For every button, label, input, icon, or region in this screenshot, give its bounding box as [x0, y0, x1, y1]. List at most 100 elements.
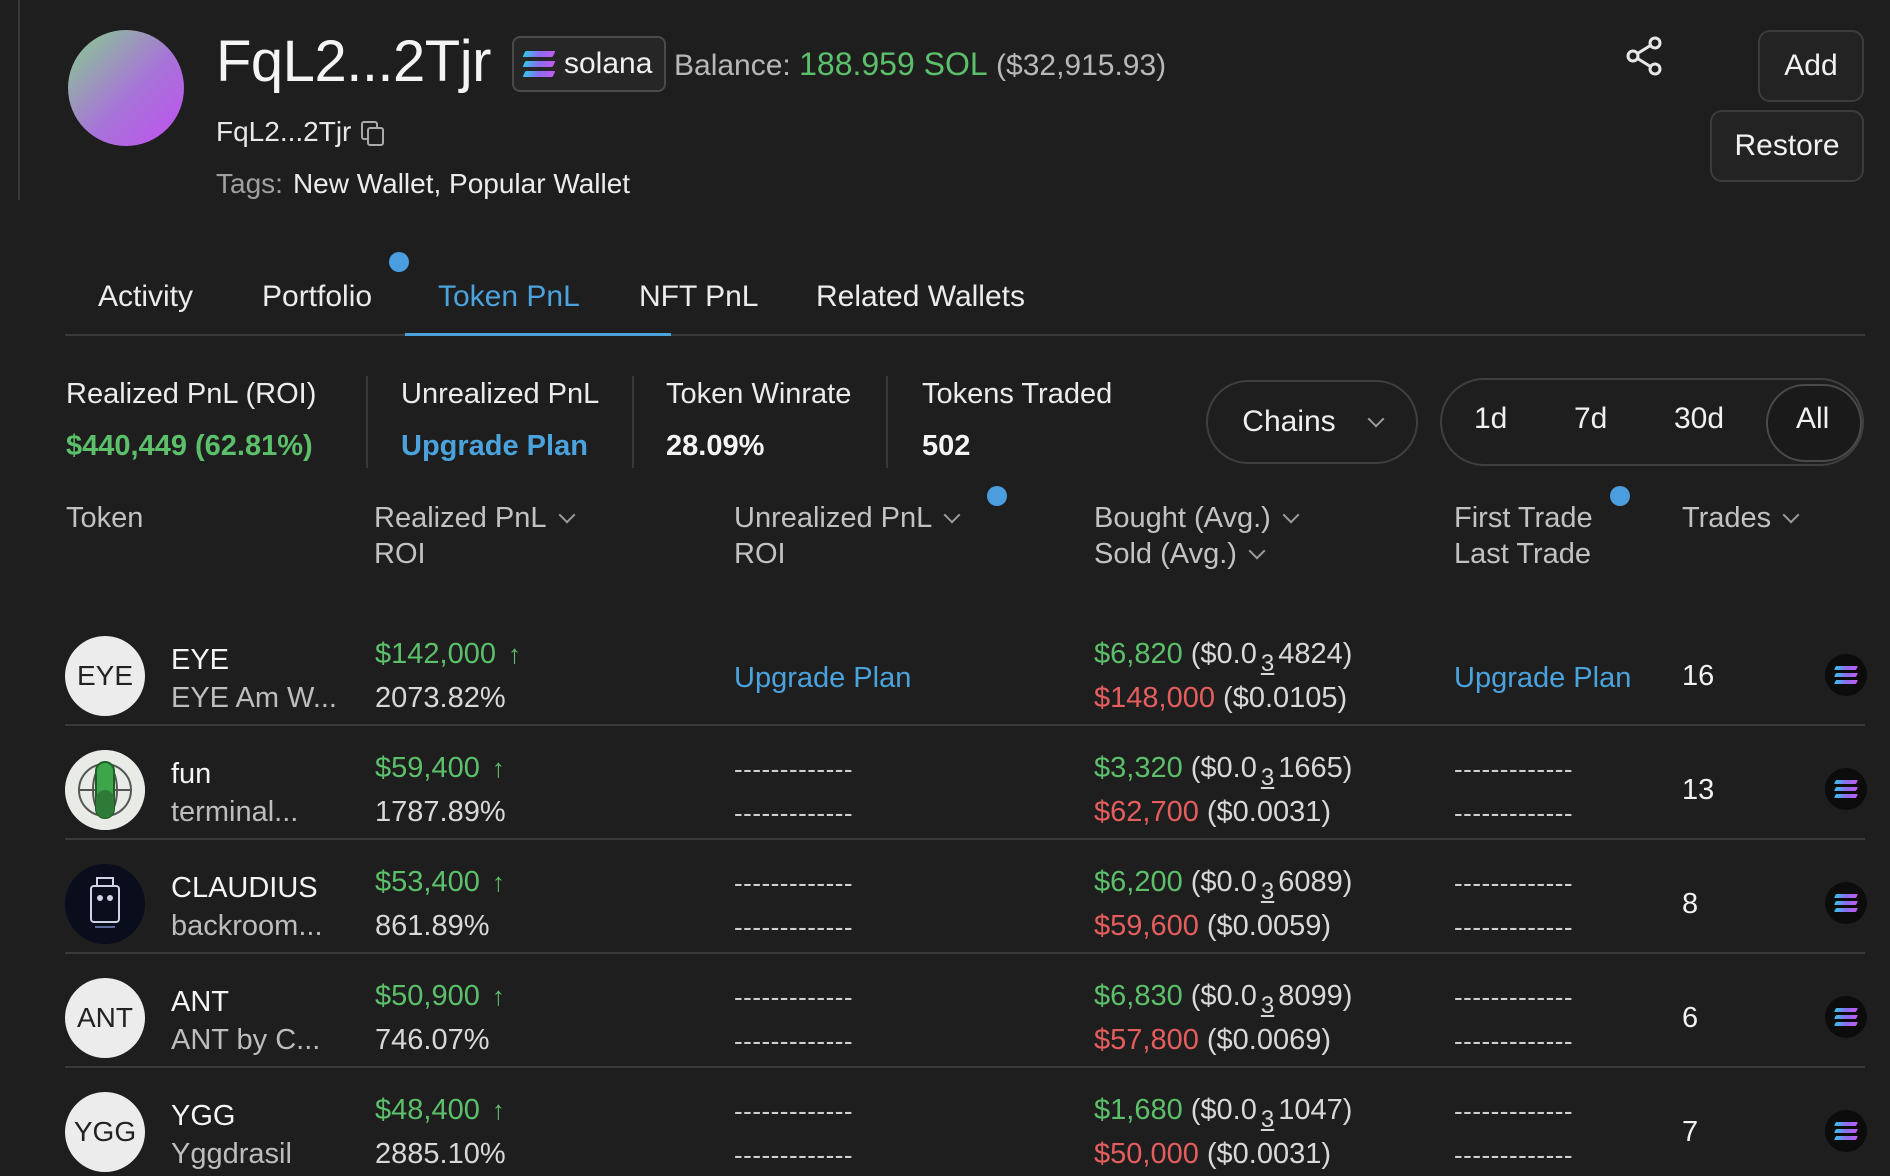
trade-dates-upgrade-link[interactable]: Upgrade Plan	[1454, 662, 1631, 695]
token-name: terminal...	[171, 796, 299, 828]
unrealized-upgrade-link[interactable]: Upgrade Plan	[401, 430, 588, 463]
address-text: FqL2...2Tjr	[216, 116, 352, 147]
chain-label: solana	[564, 47, 653, 80]
sold-value: $57,800	[1094, 1024, 1199, 1056]
robot-icon	[65, 864, 145, 944]
col-unrealized-label: Unrealized PnL	[734, 502, 933, 534]
range-7d[interactable]: 7d	[1574, 402, 1607, 436]
bought-avg: $3,320 ($0.0 3 1665)	[1094, 752, 1352, 791]
col-realized-pnl[interactable]: Realized PnL ROI	[374, 500, 575, 572]
tab-portfolio[interactable]: Portfolio	[262, 280, 372, 314]
col-realized-sub: ROI	[374, 538, 426, 570]
col-trade-dates: First Trade Last Trade	[1454, 500, 1593, 572]
trades-count: 13	[1682, 774, 1715, 806]
stat-divider	[886, 376, 888, 468]
first-trade-placeholder: -------------	[1454, 754, 1574, 784]
arrow-up-icon: ↑	[491, 867, 505, 897]
pnl-value: $59,400	[375, 752, 480, 784]
chevron-down-icon	[943, 506, 961, 524]
col-trades-label: Trades	[1682, 502, 1772, 534]
col-first-trade: First Trade	[1454, 502, 1593, 534]
tab-activity[interactable]: Activity	[98, 280, 193, 314]
roi: 861.89%	[375, 910, 490, 942]
pnl-value: $50,900	[375, 980, 480, 1012]
solana-icon	[1825, 996, 1867, 1038]
add-button[interactable]: Add	[1758, 30, 1864, 102]
col-token: Token	[66, 502, 144, 534]
bought-avg-prefix: ($0.0	[1190, 752, 1257, 784]
arrow-up-icon: ↑	[491, 981, 505, 1011]
token-name: EYE Am W...	[171, 682, 337, 714]
chain-badge[interactable]: solana	[512, 36, 667, 92]
bought-value: $6,820	[1094, 638, 1183, 670]
token-logo	[65, 750, 145, 830]
col-bought-sold[interactable]: Bought (Avg.) Sold (Avg.)	[1094, 500, 1300, 572]
unrealized-roi-placeholder: -------------	[734, 798, 854, 828]
first-trade-placeholder: -------------	[1454, 868, 1574, 898]
token-symbol: CLAUDIUS	[171, 872, 318, 904]
bought-avg: $1,680 ($0.0 3 1047)	[1094, 1094, 1352, 1133]
arrow-up-icon: ↑	[491, 1095, 505, 1125]
tokens-traded-label: Tokens Traded	[922, 378, 1113, 410]
bought-value: $6,830	[1094, 980, 1183, 1012]
first-trade-placeholder: -------------	[1454, 1096, 1574, 1126]
unrealized-pnl-label: Unrealized PnL	[401, 378, 600, 410]
realized-pnl: $142,000 ↑	[375, 638, 521, 671]
col-trades[interactable]: Trades	[1682, 500, 1800, 536]
tab-token-pnl[interactable]: Token PnL	[438, 280, 580, 314]
col-last-trade: Last Trade	[1454, 538, 1592, 570]
pnl-value: $48,400	[375, 1094, 480, 1126]
tags-value: New Wallet, Popular Wallet	[292, 168, 631, 199]
tab-nft-pnl[interactable]: NFT PnL	[639, 280, 759, 314]
stat-divider	[366, 376, 368, 468]
chevron-down-icon	[1367, 410, 1385, 428]
range-1d[interactable]: 1d	[1474, 402, 1507, 436]
range-all[interactable]: All	[1796, 402, 1829, 436]
unrealized-placeholder: -------------	[734, 982, 854, 1012]
sold-avg-price: ($0.0069)	[1206, 1024, 1332, 1056]
bought-avg: $6,830 ($0.0 3 8099)	[1094, 980, 1352, 1019]
left-divider	[18, 0, 20, 200]
sold-avg: $59,600 ($0.0059)	[1094, 910, 1331, 943]
col-sold-label: Sold (Avg.)	[1094, 538, 1237, 570]
sold-avg: $57,800 ($0.0069)	[1094, 1024, 1331, 1057]
solana-icon	[1825, 1110, 1867, 1152]
balance-sol: 188.959 SOL	[799, 46, 988, 82]
unrealized-placeholder: -------------	[734, 754, 854, 784]
globe-pill-icon	[65, 750, 145, 830]
table-row[interactable]: YGG YGG Yggdrasil $48,400 ↑ 2885.10% ----…	[65, 1068, 1867, 1176]
sold-avg-price: ($0.0059)	[1206, 910, 1332, 942]
sold-value: $59,600	[1094, 910, 1199, 942]
col-unrealized-pnl[interactable]: Unrealized PnL ROI	[734, 500, 961, 572]
share-icon[interactable]	[1622, 34, 1666, 78]
chevron-down-icon	[1282, 506, 1300, 524]
solana-icon	[1825, 654, 1867, 696]
bought-avg-prefix: ($0.0	[1190, 980, 1257, 1012]
range-30d[interactable]: 30d	[1674, 402, 1724, 436]
tab-related-wallets[interactable]: Related Wallets	[816, 280, 1025, 314]
solana-icon	[522, 51, 556, 77]
table-row[interactable]: ANT ANT ANT by C... $50,900 ↑ 746.07% ---…	[65, 954, 1867, 1068]
table-row[interactable]: EYE EYE EYE Am W... $142,000 ↑ 2073.82% U…	[65, 612, 1867, 726]
balance-usd: ($32,915.93)	[996, 49, 1167, 82]
bought-avg: $6,200 ($0.0 3 6089)	[1094, 866, 1352, 905]
bought-avg: $6,820 ($0.0 3 4824)	[1094, 638, 1352, 677]
chains-dropdown[interactable]: Chains	[1206, 380, 1418, 464]
solana-icon	[1825, 768, 1867, 810]
chevron-down-icon	[558, 506, 575, 524]
realized-pnl-label: Realized PnL (ROI)	[66, 378, 317, 410]
copy-icon[interactable]	[361, 121, 385, 146]
table-row[interactable]: CLAUDIUS backroom... $53,400 ↑ 861.89% --…	[65, 840, 1867, 954]
bought-avg-zeros: 3	[1260, 650, 1275, 677]
last-trade-placeholder: -------------	[1454, 1140, 1574, 1170]
bought-avg-zeros: 3	[1260, 1106, 1275, 1133]
last-trade-placeholder: -------------	[1454, 798, 1574, 828]
col-realized-label: Realized PnL	[374, 502, 547, 534]
table-row[interactable]: fun terminal... $59,400 ↑ 1787.89% ------…	[65, 726, 1867, 840]
bought-avg-zeros: 3	[1260, 878, 1275, 905]
wallet-tags: Tags: New Wallet, Popular Wallet	[216, 168, 630, 200]
wallet-avatar	[68, 30, 184, 146]
unrealized-upgrade-link[interactable]: Upgrade Plan	[734, 662, 911, 695]
restore-button[interactable]: Restore	[1710, 110, 1864, 182]
token-symbol: EYE	[171, 644, 230, 676]
